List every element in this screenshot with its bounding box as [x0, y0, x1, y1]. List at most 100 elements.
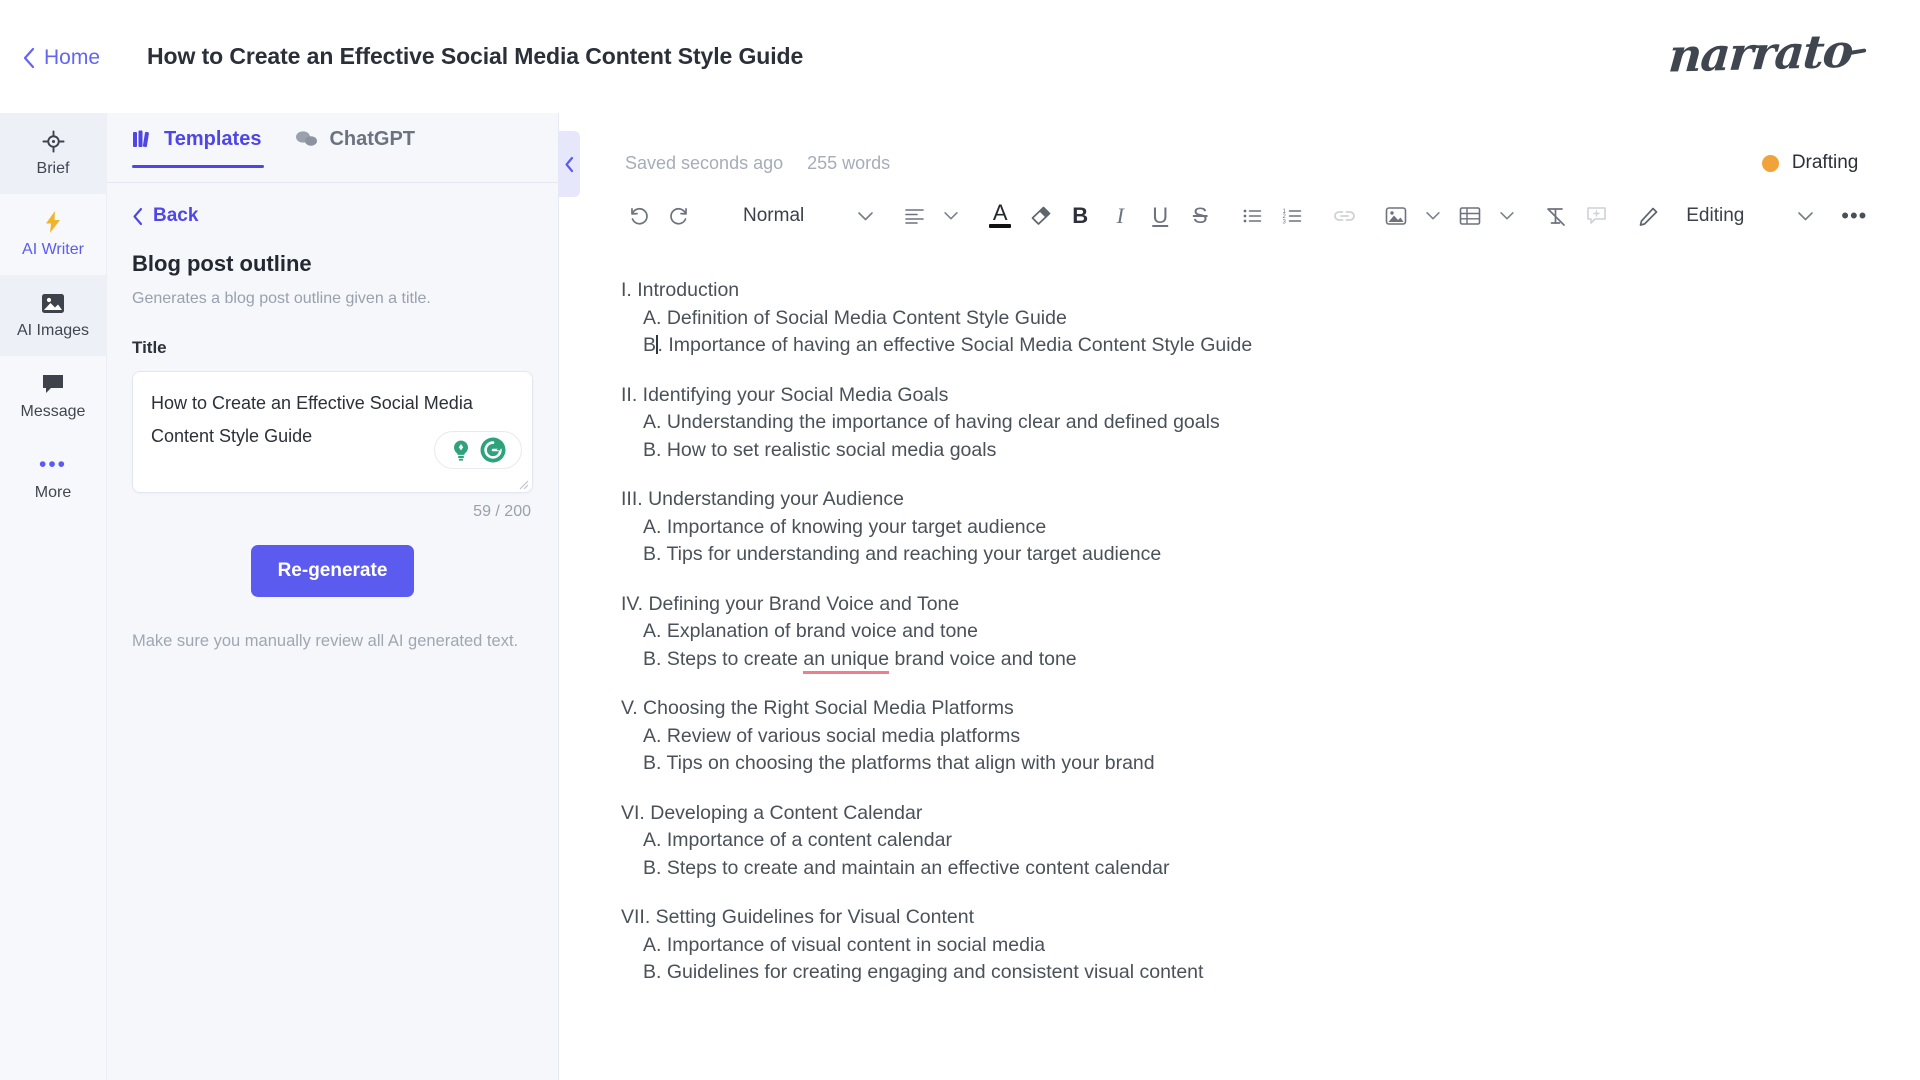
outline-item: B. Steps to create an unique brand voice… — [621, 646, 1858, 674]
editor-toolbar: Normal A B I U S 1 2 3 Editing ••• — [559, 185, 1920, 247]
status-dot-icon — [1761, 154, 1779, 172]
ellipsis-icon: ••• — [38, 453, 68, 476]
highlight-button[interactable] — [1020, 195, 1060, 237]
add-comment-button[interactable] — [1576, 195, 1616, 237]
ai-assist-pill[interactable] — [434, 431, 522, 469]
ai-disclaimer: Make sure you manually review all AI gen… — [132, 632, 519, 650]
editing-mode-chevron[interactable] — [1788, 195, 1822, 237]
lightning-bolt-icon — [43, 210, 63, 234]
chevron-left-icon — [565, 156, 573, 172]
tab-templates[interactable]: Templates — [132, 128, 265, 168]
redo-button[interactable] — [659, 195, 699, 237]
title-input-wrapper[interactable]: How to Create an Effective Social Media … — [132, 371, 533, 493]
clear-formatting-icon — [1547, 207, 1566, 226]
sidebar-item-label: AI Images — [16, 322, 90, 339]
sidebar-item-ai-writer[interactable]: AI Writer — [0, 194, 106, 275]
bold-button[interactable]: B — [1060, 195, 1100, 237]
outline-heading: VI. Developing a Content Calendar — [621, 801, 923, 824]
pencil-icon — [1639, 207, 1658, 226]
narrato-logo: narrato — [1666, 23, 1869, 83]
templates-panel: Templates ChatGPT Back Blog post outline… — [107, 113, 580, 1080]
sidebar-item-label: Brief — [36, 160, 70, 177]
outline-heading: I. Introduction — [621, 279, 740, 301]
home-link[interactable]: Home — [22, 44, 100, 70]
outline-heading: II. Identifying your Social Media Goals — [621, 383, 949, 406]
tab-chatgpt[interactable]: ChatGPT — [295, 128, 415, 168]
link-button[interactable] — [1324, 195, 1364, 237]
numbered-list-button[interactable]: 123 — [1272, 195, 1312, 237]
text-caret — [656, 335, 658, 354]
redo-icon — [670, 207, 687, 225]
outline-item: A. Understanding the importance of havin… — [643, 411, 1220, 433]
logo-text: narrato — [1666, 23, 1855, 83]
underline-button[interactable]: U — [1140, 195, 1180, 237]
tab-label: ChatGPT — [329, 128, 416, 150]
align-chevron[interactable] — [934, 195, 968, 237]
clear-formatting-button[interactable] — [1536, 195, 1576, 237]
svg-text:3: 3 — [1282, 219, 1286, 225]
chevron-down-icon — [1797, 211, 1813, 220]
sidebar-item-brief[interactable]: Brief — [0, 113, 106, 194]
chevron-left-icon — [133, 207, 143, 225]
font-color-button[interactable]: A — [980, 195, 1020, 237]
outline-item: B. Importance of having an effective Soc… — [643, 334, 1253, 356]
outline-section: III. Understanding your Audience A. Impor… — [621, 486, 1858, 569]
lightbulb-icon[interactable] — [449, 438, 473, 462]
sidebar-item-label: Message — [20, 403, 86, 420]
back-button[interactable]: Back — [107, 183, 558, 227]
insert-table-button[interactable] — [1450, 195, 1490, 237]
outline-section: II. Identifying your Social Media Goals A… — [621, 382, 1858, 465]
ellipsis-icon: ••• — [1841, 203, 1868, 228]
template-title: Blog post outline — [132, 251, 312, 276]
outline-section: IV. Defining your Brand Voice and Tone A.… — [621, 591, 1858, 674]
outline-item: A. Importance of knowing your target aud… — [643, 515, 1047, 538]
target-icon — [41, 129, 65, 153]
chevron-down-icon — [1426, 212, 1440, 220]
home-label: Home — [44, 45, 101, 69]
editing-mode-label-wrap[interactable]: Editing — [1668, 195, 1762, 237]
sidebar-item-message[interactable]: Message — [0, 356, 106, 437]
link-icon — [1333, 210, 1355, 221]
block-style-label: Normal — [743, 205, 805, 226]
document-content[interactable]: I. Introduction A. Definition of Social M… — [559, 247, 1920, 987]
table-chevron[interactable] — [1490, 195, 1524, 237]
outline-heading: IV. Defining your Brand Voice and Tone — [621, 592, 960, 615]
outline-item: B. Steps to create and maintain an effec… — [643, 856, 1170, 879]
doc-state-badge[interactable]: Drafting — [1761, 152, 1858, 174]
top-bar: Home How to Create an Effective Social M… — [0, 0, 1920, 113]
sidebar-item-more[interactable]: ••• More — [0, 437, 106, 518]
grammar-error-text[interactable]: an unique — [803, 647, 890, 674]
strikethrough-button[interactable]: S — [1180, 195, 1220, 237]
sidebar-item-ai-images[interactable]: AI Images — [0, 275, 106, 356]
chevron-down-icon — [944, 212, 958, 220]
tab-label: Templates — [164, 128, 262, 150]
title-field-label: Title — [132, 338, 167, 357]
chevron-left-icon — [23, 47, 35, 68]
outline-item: A. Importance of a content calendar — [643, 829, 952, 851]
outline-section: I. Introduction A. Definition of Social M… — [621, 277, 1858, 360]
block-style-chevron[interactable] — [848, 195, 882, 237]
regenerate-button[interactable]: Re-generate — [250, 545, 415, 597]
bullet-list-button[interactable] — [1232, 195, 1272, 237]
toolbar-more-button[interactable]: ••• — [1834, 195, 1874, 237]
image-chevron[interactable] — [1416, 195, 1450, 237]
block-style-select[interactable]: Normal — [725, 195, 822, 237]
font-color-A-icon: A — [989, 202, 1012, 228]
align-button[interactable] — [894, 195, 934, 237]
character-counter: 59 / 200 — [473, 503, 531, 520]
templates-grid-icon — [132, 129, 153, 150]
undo-button[interactable] — [619, 195, 659, 237]
insert-image-button[interactable] — [1376, 195, 1416, 237]
editing-mode-button[interactable] — [1628, 195, 1668, 237]
saved-status: Saved seconds ago — [625, 152, 784, 173]
add-comment-icon — [1586, 207, 1606, 224]
italic-button[interactable]: I — [1100, 195, 1140, 237]
back-label: Back — [153, 205, 199, 226]
grammarly-refresh-icon[interactable] — [479, 436, 507, 464]
image-icon — [41, 291, 65, 315]
collapse-panel-button[interactable] — [558, 131, 580, 197]
panel-tabs: Templates ChatGPT — [107, 113, 558, 183]
outline-section: VI. Developing a Content Calendar A. Impo… — [621, 800, 1858, 883]
chat-bubble-icon — [41, 372, 65, 396]
resize-grip-icon[interactable] — [517, 478, 529, 490]
